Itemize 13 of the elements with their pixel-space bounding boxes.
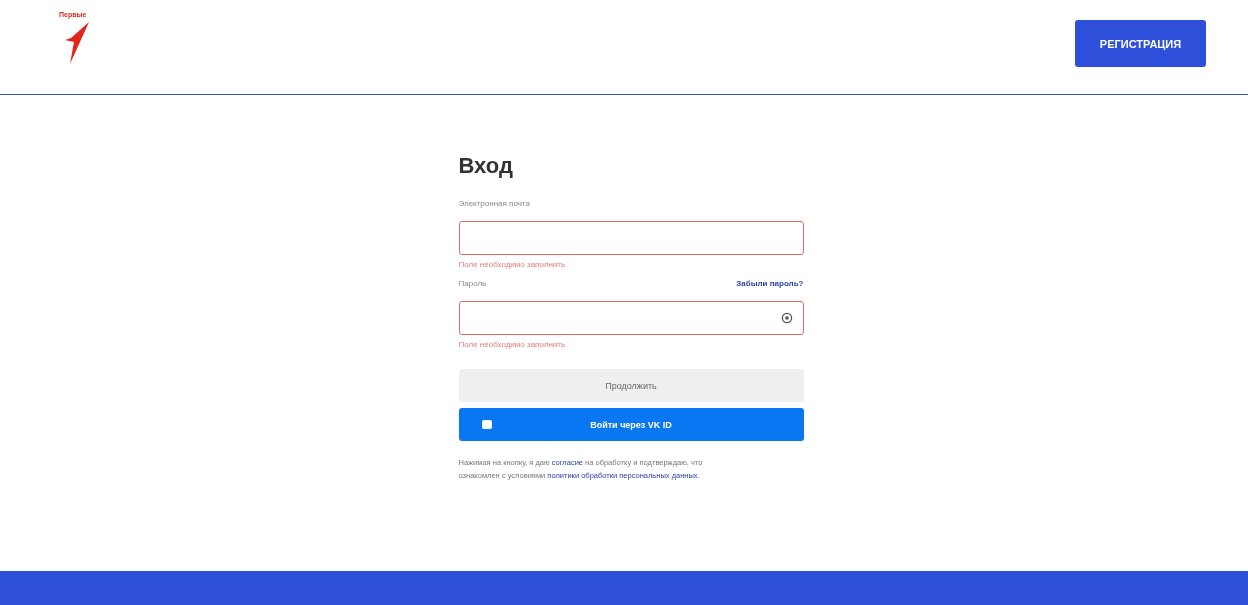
- vk-login-button[interactable]: Войти через VK ID: [458, 408, 804, 441]
- arrow-logo-icon: [65, 22, 91, 64]
- password-field[interactable]: [458, 301, 804, 335]
- eye-icon[interactable]: [780, 312, 793, 324]
- field-label: Электронная почта: [458, 198, 530, 208]
- error-message: Поле необходимо заполнить: [458, 261, 567, 269]
- error-message: Поле необходимо заполнить: [458, 341, 567, 349]
- form-title: Вход: [458, 153, 514, 179]
- email-field[interactable]: [458, 221, 804, 255]
- registration-button[interactable]: РЕГИСТРАЦИЯ: [1075, 20, 1206, 67]
- vk-icon: [481, 420, 492, 429]
- forgot-password-link[interactable]: Забыли пароль?: [736, 278, 804, 288]
- field-label: Пароль: [458, 278, 487, 288]
